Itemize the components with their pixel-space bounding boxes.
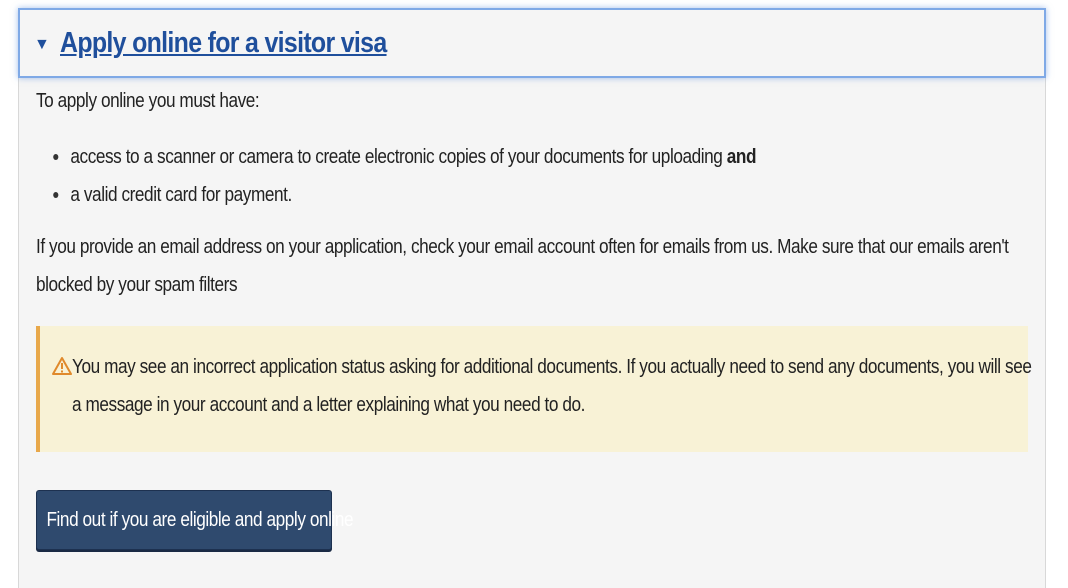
apply-online-button[interactable]: Find out if you are eligible and apply o… bbox=[36, 490, 354, 550]
requirements-list: access to a scanner or camera to create … bbox=[36, 138, 1025, 214]
body-text: To apply online you must have: access to… bbox=[36, 80, 1025, 304]
section-title-link[interactable]: Apply online for a visitor visa bbox=[60, 27, 387, 60]
list-item: access to a scanner or camera to create … bbox=[53, 138, 1025, 176]
apply-online-button-label: Find out if you are eligible and apply o… bbox=[46, 508, 354, 531]
requirement-emphasis: and bbox=[726, 146, 757, 168]
triangle-down-icon: ▼ bbox=[34, 36, 50, 53]
warning-text: You may see an incorrect application sta… bbox=[72, 356, 1032, 416]
section-toggle[interactable]: ▼ Apply online for a visitor visa bbox=[18, 8, 1046, 78]
email-note: If you provide an email address on your … bbox=[36, 236, 1009, 296]
warning-alert: You may see an incorrect application sta… bbox=[36, 326, 1032, 452]
warning-icon bbox=[52, 357, 72, 375]
intro-text: To apply online you must have: bbox=[36, 90, 260, 112]
section-content: To apply online you must have: access to… bbox=[36, 80, 1032, 550]
requirement-text: access to a scanner or camera to create … bbox=[70, 146, 727, 168]
list-item: a valid credit card for payment. bbox=[53, 176, 1025, 214]
requirement-text: a valid credit card for payment. bbox=[70, 184, 292, 206]
